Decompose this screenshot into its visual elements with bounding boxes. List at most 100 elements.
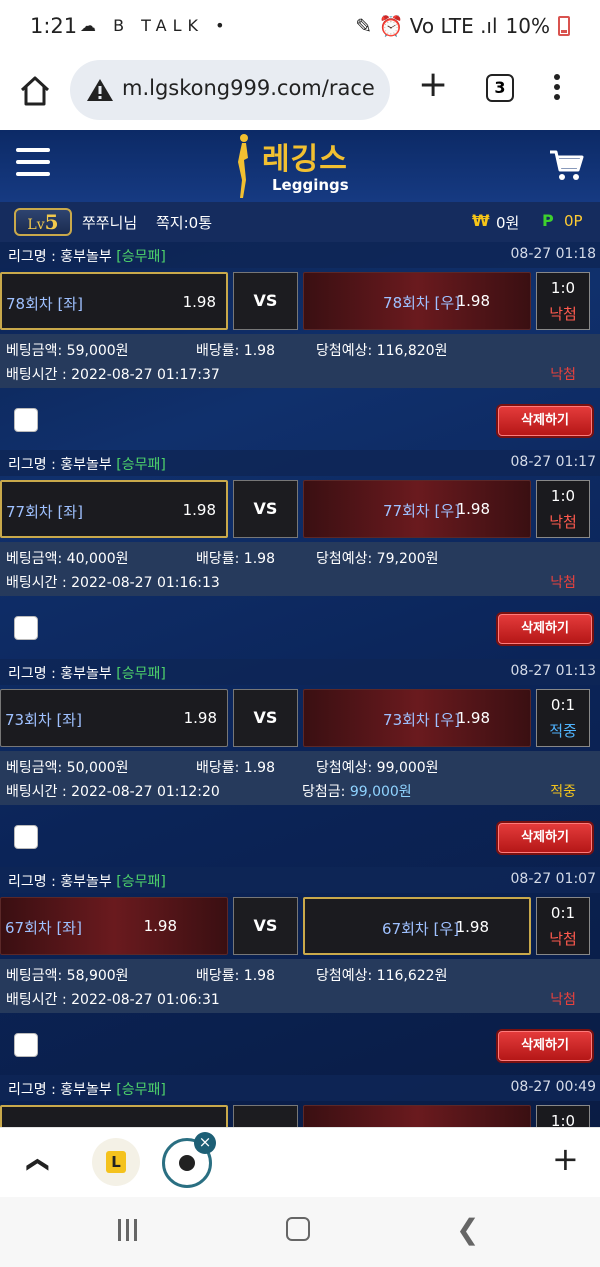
score-result: 낙첨 xyxy=(549,305,577,323)
right-team-option[interactable]: 73회차 [우] 1.98 xyxy=(303,689,531,747)
right-team-option[interactable]: 78회차 [우] 1.98 xyxy=(303,272,531,330)
team-odds: 1.98 xyxy=(456,500,490,518)
league-name: 리그명 : 홍부놀부 [승무패] xyxy=(8,246,166,266)
right-team-option[interactable] xyxy=(303,1105,531,1127)
bet-amount: 베팅금액: 58,900원 xyxy=(6,968,129,984)
action-row: 삭제하기 xyxy=(0,809,600,867)
team-odds: 1.98 xyxy=(455,918,489,936)
score-box: 0:1 낙첨 xyxy=(536,897,590,955)
browser-bottom-bar: ❯ L × + xyxy=(0,1127,600,1197)
team-name: 67회차 [우] xyxy=(382,920,459,938)
system-nav-bar: ❮ xyxy=(0,1197,600,1267)
vs-label xyxy=(233,1105,298,1127)
delete-button[interactable]: 삭제하기 xyxy=(498,614,592,644)
home-icon[interactable] xyxy=(18,74,52,108)
win-amount: 당첨금: 99,000원 xyxy=(302,781,412,801)
status-bar: 1:21 ☁ B TALK • ✎ ⏰ Vo LTE .ıl 10% xyxy=(0,0,600,56)
battery-percent: 10% xyxy=(505,14,550,38)
delete-button[interactable]: 삭제하기 xyxy=(498,823,592,853)
recent-apps-icon[interactable] xyxy=(118,1219,142,1241)
add-icon[interactable]: + xyxy=(552,1140,579,1178)
score: 1:0 xyxy=(550,487,576,505)
right-team-option[interactable]: 67회차 [우] 1.98 xyxy=(303,897,531,955)
league-label: 리그명 : 홍부놀부 xyxy=(8,1082,112,1098)
vs-label: VS xyxy=(233,689,298,747)
team-name: 77회차 [좌] xyxy=(6,503,83,521)
vs-label: VS xyxy=(233,480,298,538)
team-odds: 1.98 xyxy=(182,501,216,519)
left-team-option[interactable]: 78회차 [좌] 1.98 xyxy=(0,272,228,330)
messages-link[interactable]: 쪽지:0통 xyxy=(156,212,212,233)
select-checkbox[interactable] xyxy=(14,616,38,640)
league-name: 리그명 : 홍부놀부 [승무패] xyxy=(8,1079,166,1099)
cart-icon[interactable] xyxy=(548,148,584,182)
site-viewport: 레깅스 Leggings Lv5 쭈쭈니님 쪽지:0통 ₩ 0원 P 0P 리그… xyxy=(0,130,600,1127)
bet-amount: 베팅금액: 50,000원 xyxy=(6,760,129,776)
delete-button[interactable]: 삭제하기 xyxy=(498,406,592,436)
tab-switcher-icon[interactable]: 3 xyxy=(486,74,514,102)
league-label: 리그명 : 홍부놀부 xyxy=(8,874,112,890)
expected-win: 당첨예상: 116,622원 xyxy=(316,968,448,984)
league-label: 리그명 : 홍부놀부 xyxy=(8,249,112,265)
bet-type: [승무패] xyxy=(116,457,166,473)
notification-icons: ☁ B TALK • xyxy=(80,16,231,35)
status-right: ✎ ⏰ Vo LTE .ıl 10% xyxy=(355,14,570,38)
score-box: 1:0 낙첨 xyxy=(536,272,590,330)
team-odds: 1.98 xyxy=(182,293,216,311)
win-value: 99,000원 xyxy=(349,784,412,800)
league-row: 리그명 : 홍부놀부 [승무패] 08-27 00:49 xyxy=(0,1075,600,1101)
home-button-icon[interactable] xyxy=(286,1217,310,1241)
bet-card: 리그명 : 홍부놀부 [승무패] 08-27 01:18 78회차 [좌] 1.… xyxy=(0,242,600,450)
more-menu-icon[interactable] xyxy=(552,74,562,104)
bet-time: 배팅시간 : 2022-08-27 01:12:20 xyxy=(6,784,220,800)
bet-info: 베팅금액: 40,000원 배당률: 1.98 당첨예상: 79,200원 배팅… xyxy=(0,542,600,596)
bet-info: 베팅금액: 50,000원 배당률: 1.98 당첨예상: 99,000원 배팅… xyxy=(0,751,600,805)
bet-rate: 배당률: 1.98 xyxy=(196,343,275,359)
back-icon[interactable]: ❮ xyxy=(456,1213,479,1246)
expected-win: 당첨예상: 99,000원 xyxy=(316,760,439,776)
delete-button[interactable]: 삭제하기 xyxy=(498,1031,592,1061)
select-checkbox[interactable] xyxy=(14,1033,38,1057)
bet-result: 낙첨 xyxy=(550,367,576,383)
bet-type: [승무패] xyxy=(116,666,166,682)
win-label: 당첨금: xyxy=(302,784,350,800)
url-text[interactable]: m.lgskong999.com/race xyxy=(122,76,382,100)
left-team-option[interactable]: 77회차 [좌] 1.98 xyxy=(0,480,228,538)
team-odds: 1.98 xyxy=(143,917,177,935)
new-tab-icon[interactable]: + xyxy=(418,67,448,103)
vs-label: VS xyxy=(233,897,298,955)
bet-card: 리그명 : 홍부놀부 [승무패] 08-27 01:13 73회차 [좌] 1.… xyxy=(0,659,600,867)
select-checkbox[interactable] xyxy=(14,408,38,432)
league-row: 리그명 : 홍부놀부 [승무패] 08-27 01:17 xyxy=(0,450,600,476)
warning-icon[interactable] xyxy=(86,78,114,102)
team-name: 73회차 [좌] xyxy=(5,711,82,729)
bet-amount: 베팅금액: 40,000원 xyxy=(6,551,129,567)
team-name: 77회차 [우] xyxy=(383,502,460,520)
action-row: 삭제하기 xyxy=(0,600,600,658)
extension-l-icon[interactable]: L xyxy=(92,1138,140,1186)
bet-card: 리그명 : 홍부놀부 [승무패] 08-27 01:07 67회차 [좌] 1.… xyxy=(0,867,600,1075)
select-checkbox[interactable] xyxy=(14,825,38,849)
league-row: 리그명 : 홍부놀부 [승무패] 08-27 01:18 xyxy=(0,242,600,268)
site-logo[interactable]: 레깅스 Leggings xyxy=(228,132,378,200)
chevron-up-icon[interactable]: ❯ xyxy=(24,1150,49,1174)
bet-card: 리그명 : 홍부놀부 [승무패] 08-27 01:17 77회차 [좌] 1.… xyxy=(0,450,600,658)
user-info-bar: Lv5 쭈쭈니님 쪽지:0통 ₩ 0원 P 0P xyxy=(0,202,600,242)
site-header: 레깅스 Leggings xyxy=(0,130,600,202)
left-team-option[interactable]: 73회차 [좌] 1.98 xyxy=(0,689,228,747)
bet-time: 배팅시간 : 2022-08-27 01:16:13 xyxy=(6,575,220,591)
hamburger-menu-icon[interactable] xyxy=(16,148,50,176)
bet-date: 08-27 01:13 xyxy=(510,663,596,679)
score: 1:0 xyxy=(550,279,576,297)
close-icon[interactable]: × xyxy=(194,1132,216,1154)
system-icons: ✎ ⏰ Vo LTE .ıl xyxy=(355,14,498,38)
left-team-option[interactable] xyxy=(0,1105,228,1127)
left-team-option[interactable]: 67회차 [좌] 1.98 xyxy=(0,897,228,955)
status-time: 1:21 xyxy=(30,14,78,38)
score: 0:1 xyxy=(550,696,576,714)
bet-date: 08-27 01:18 xyxy=(510,246,596,262)
league-row: 리그명 : 홍부놀부 [승무패] 08-27 01:07 xyxy=(0,867,600,893)
team-odds: 1.98 xyxy=(183,709,217,727)
right-team-option[interactable]: 77회차 [우] 1.98 xyxy=(303,480,531,538)
address-bar[interactable]: m.lgskong999.com/race xyxy=(70,60,390,120)
